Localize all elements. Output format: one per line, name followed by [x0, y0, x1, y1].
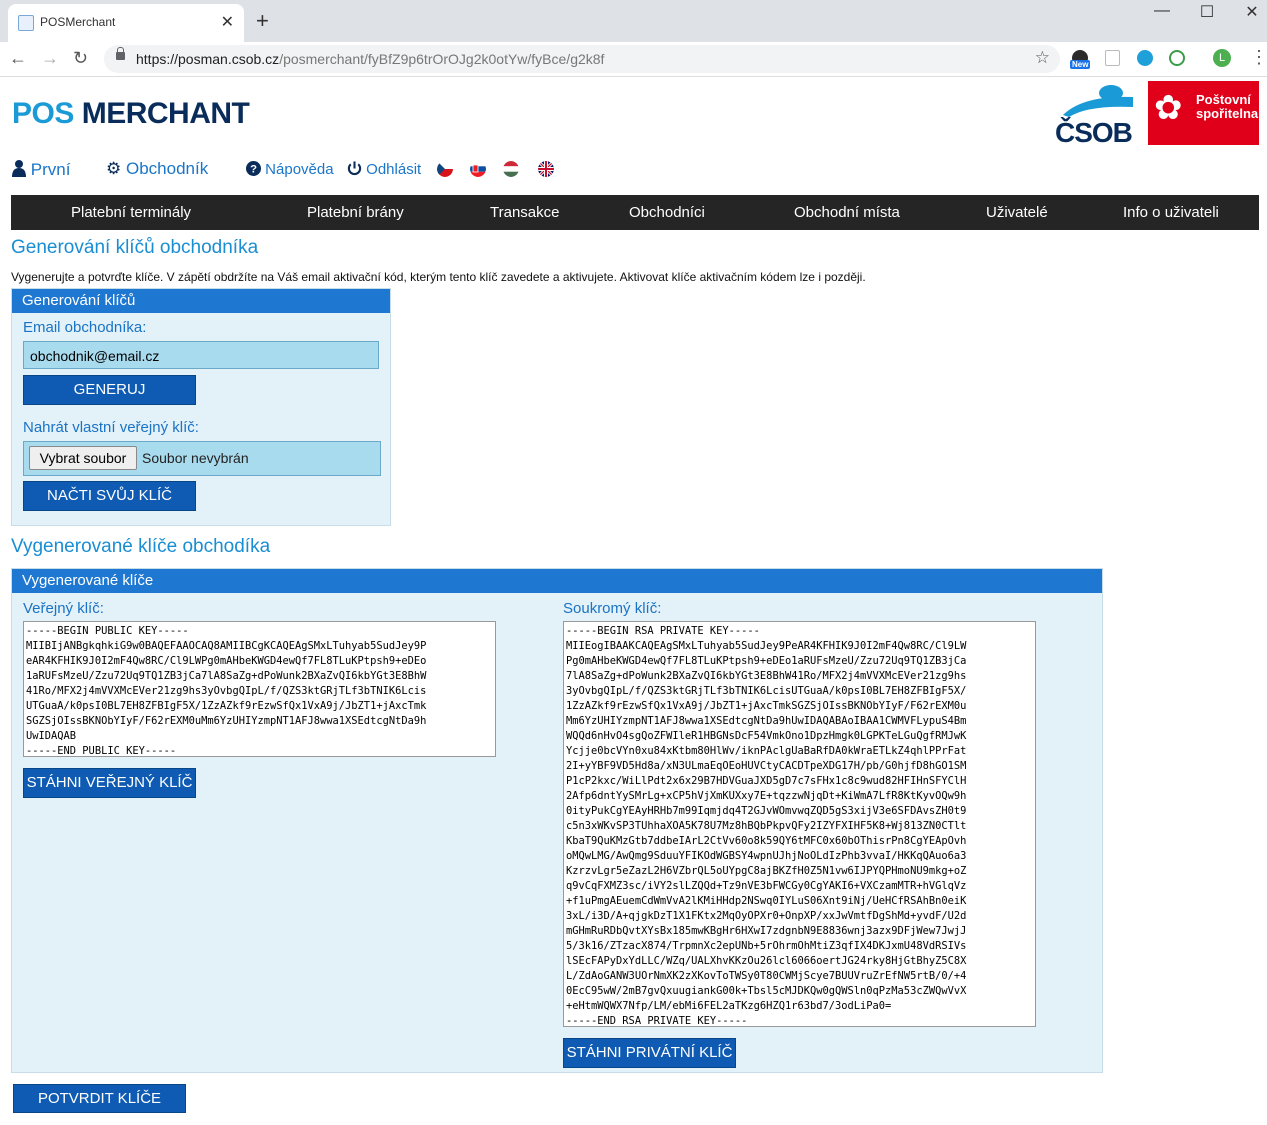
menu-first[interactable]: První: [12, 159, 70, 180]
section-title-generate: Generování klíčů obchodníka: [11, 237, 259, 258]
page-content: POS MERCHANT ČSOB ✿ Poštovní spořitelna P…: [0, 77, 1267, 1125]
generate-keys-panel: Generování klíčů Email obchodníka: obcho…: [11, 288, 391, 526]
csob-logo: ČSOB: [1055, 85, 1135, 148]
page-favicon-icon: [18, 15, 34, 31]
nav-user-info[interactable]: Info o uživateli: [1123, 204, 1219, 221]
help-icon: ?: [246, 161, 261, 176]
url-path: /posmerchant/fyBfZ9p6trOrOJg2k0otYw/fyBc…: [279, 51, 605, 67]
flag-gb-icon[interactable]: [538, 161, 554, 177]
gear-icon: ⚙: [106, 159, 122, 178]
private-key-label: Soukromý klíč:: [563, 600, 662, 617]
clover-icon: ✿: [1154, 89, 1183, 127]
flag-hu-icon[interactable]: [503, 161, 519, 177]
ps-line1: Poštovní: [1196, 92, 1251, 107]
section-title-generated: Vygenerované klíče obchodíka: [11, 536, 271, 557]
new-tab-button[interactable]: +: [256, 8, 269, 34]
user-icon: [12, 160, 26, 177]
forward-button[interactable]: →: [41, 48, 59, 69]
menu-first-label: První: [30, 160, 71, 179]
back-button[interactable]: ←: [9, 48, 27, 69]
logo-merchant: MERCHANT: [81, 97, 250, 130]
logo-pos: POS: [12, 97, 74, 130]
flag-sk-icon[interactable]: [470, 161, 486, 177]
csob-wave-icon: [1063, 85, 1133, 117]
menu-merchant[interactable]: ⚙ Obchodník: [106, 159, 208, 179]
tab-close-icon[interactable]: ✕: [221, 12, 234, 32]
public-key-textarea[interactable]: -----BEGIN PUBLIC KEY----- MIIBIjANBgkqh…: [23, 621, 496, 757]
file-upload-field: Vybrat soubor Soubor nevybrán: [23, 441, 381, 476]
lock-icon: [116, 47, 125, 60]
flag-cz-icon[interactable]: [437, 161, 453, 177]
bookmark-star-icon[interactable]: ☆: [1035, 48, 1050, 68]
browser-tab[interactable]: POSMerchant ✕: [8, 4, 244, 42]
profile-avatar[interactable]: L: [1213, 49, 1231, 67]
browser-toolbar: ← → ↻ https://posman.csob.cz/posmerchant…: [0, 42, 1267, 77]
main-navigation: Platební terminály Platební brány Transa…: [11, 195, 1259, 230]
section-description: Vygenerujte a potvrďte klíče. V zápětí o…: [11, 270, 866, 284]
private-key-textarea[interactable]: -----BEGIN RSA PRIVATE KEY----- MIIEogIB…: [563, 621, 1036, 1027]
browser-menu-icon[interactable]: ⋮: [1250, 47, 1267, 68]
download-private-key-button[interactable]: STÁHNI PRIVÁTNÍ KLÍČ: [563, 1038, 736, 1068]
public-key-label: Veřejný klíč:: [23, 600, 104, 617]
menu-help-label: Nápověda: [265, 161, 334, 178]
email-label: Email obchodníka:: [23, 319, 147, 336]
minimize-button[interactable]: —: [1142, 2, 1182, 20]
menu-help[interactable]: ? Nápověda: [246, 161, 334, 178]
ps-line2: spořitelna: [1196, 106, 1259, 121]
nav-payment-gateways[interactable]: Platební brány: [307, 204, 404, 221]
calendar-extension-icon[interactable]: [1105, 50, 1120, 66]
upload-key-label: Nahrát vlastní veřejný klíč:: [23, 419, 199, 436]
url-host: https://posman.csob.cz: [136, 51, 280, 67]
confirm-keys-button[interactable]: POTVRDIT KLÍČE: [13, 1084, 186, 1113]
generated-panel-title: Vygenerované klíče: [22, 572, 154, 589]
nav-business-locations[interactable]: Obchodní místa: [794, 204, 900, 221]
maximize-button[interactable]: ☐: [1187, 2, 1227, 22]
generated-keys-panel: Vygenerované klíče Veřejný klíč: -----BE…: [11, 568, 1103, 1073]
browser-tabstrip: POSMerchant ✕ + — ☐ ✕: [0, 0, 1267, 42]
pos-merchant-logo[interactable]: POS MERCHANT: [12, 97, 250, 131]
url-text[interactable]: https://posman.csob.cz/posmerchant/fyBfZ…: [136, 51, 604, 67]
extension-new-badge: New: [1070, 60, 1091, 69]
load-key-button[interactable]: NAČTI SVŮJ KLÍČ: [23, 481, 196, 511]
tab-title: POSMerchant: [40, 15, 116, 29]
choose-file-button[interactable]: Vybrat soubor: [29, 446, 137, 470]
nav-users[interactable]: Uživatelé: [986, 204, 1048, 221]
postovni-sporitelna-logo: ✿ Poštovní spořitelna: [1148, 81, 1259, 145]
power-icon: [347, 161, 362, 176]
address-bar[interactable]: https://posman.csob.cz/posmerchant/fyBfZ…: [104, 45, 1060, 73]
window-close-button[interactable]: ✕: [1232, 2, 1267, 22]
nav-transactions[interactable]: Transakce: [490, 204, 559, 221]
reload-button[interactable]: ↻: [73, 48, 88, 69]
nav-merchants[interactable]: Obchodníci: [629, 204, 705, 221]
no-file-text: Soubor nevybrán: [142, 450, 249, 466]
menu-logout-label: Odhlásit: [366, 161, 422, 178]
recycle-extension-icon[interactable]: [1169, 50, 1185, 66]
menu-merchant-label: Obchodník: [125, 159, 209, 178]
csob-text: ČSOB: [1055, 117, 1133, 148]
skype-extension-icon[interactable]: [1137, 50, 1153, 66]
generate-panel-title: Generování klíčů: [22, 292, 136, 309]
generate-button[interactable]: GENERUJ: [23, 375, 196, 405]
nav-payment-terminals[interactable]: Platební terminály: [71, 204, 191, 221]
menu-logout[interactable]: Odhlásit: [347, 161, 421, 178]
download-public-key-button[interactable]: STÁHNI VEŘEJNÝ KLÍČ: [23, 768, 196, 798]
svg-text:?: ?: [250, 164, 257, 176]
email-field[interactable]: obchodnik@email.cz: [23, 341, 379, 369]
